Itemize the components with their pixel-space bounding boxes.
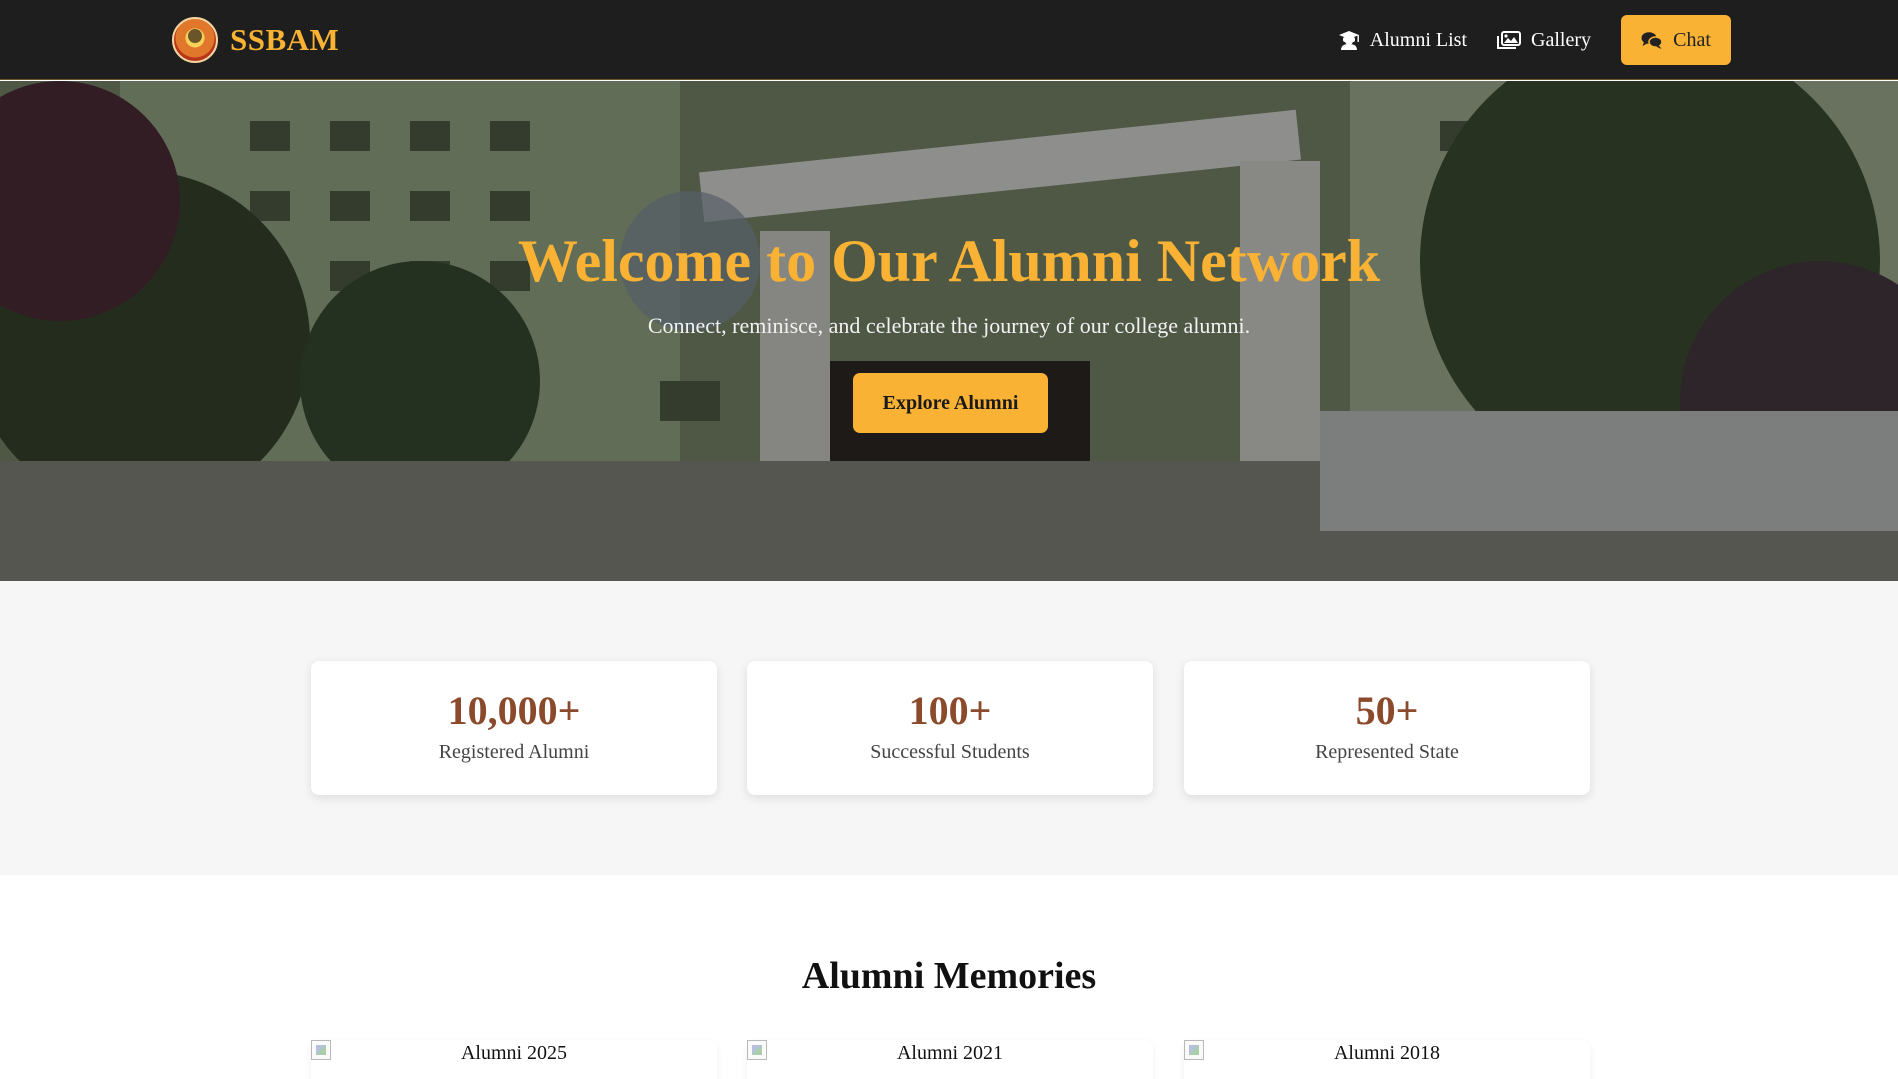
nav-alumni-list-label: Alumni List (1369, 28, 1468, 51)
stat-value: 100+ (908, 688, 992, 733)
stats-section: 10,000+ Registered Alumni 100+ Successfu… (0, 581, 1898, 875)
hero-title: Welcome to Our Alumni Network (517, 228, 1381, 294)
hero-banner: Welcome to Our Alumni Network Connect, r… (0, 81, 1898, 581)
nav-gallery-label: Gallery (1531, 28, 1591, 51)
memory-caption: Alumni 2025 (460, 1042, 568, 1064)
stat-label: Represented State (1315, 741, 1459, 763)
stat-card-registered-alumni: 10,000+ Registered Alumni (311, 661, 717, 795)
nav-links: Alumni List Gallery Chat (1338, 15, 1731, 65)
nav-alumni-list-link[interactable]: Alumni List (1338, 29, 1467, 52)
alumni-memories-section: Alumni Memories Alumni 2025 Alumni 2021 … (0, 875, 1898, 1079)
stat-value: 10,000+ (447, 688, 581, 733)
chat-button-label: Chat (1673, 28, 1711, 51)
brand-name: SSBAM (230, 22, 340, 57)
memory-card-2025[interactable]: Alumni 2025 (311, 1040, 717, 1079)
brand-home-link[interactable]: SSBAM (172, 16, 339, 64)
chat-bubbles-icon (1641, 32, 1663, 49)
graduate-icon (1338, 31, 1359, 50)
stat-card-represented-state: 50+ Represented State (1184, 661, 1590, 795)
memory-card-2021[interactable]: Alumni 2021 (747, 1040, 1153, 1079)
hero-content: Welcome to Our Alumni Network Connect, r… (0, 81, 1898, 581)
memory-card-2018[interactable]: Alumni 2018 (1184, 1040, 1590, 1079)
stat-label: Successful Students (870, 741, 1030, 763)
chat-button[interactable]: Chat (1621, 15, 1731, 65)
memory-caption: Alumni 2018 (1333, 1042, 1441, 1064)
stat-label: Registered Alumni (438, 741, 590, 763)
images-icon (1497, 31, 1522, 49)
top-navbar: SSBAM Alumni List Gallery Chat (0, 0, 1898, 80)
nav-gallery-link[interactable]: Gallery (1497, 29, 1591, 52)
explore-alumni-button[interactable]: Explore Alumni (853, 373, 1048, 433)
stat-card-successful-students: 100+ Successful Students (747, 661, 1153, 795)
memories-heading: Alumni Memories (801, 955, 1097, 997)
college-logo (172, 17, 218, 63)
memory-caption: Alumni 2021 (896, 1042, 1004, 1064)
stat-value: 50+ (1355, 688, 1419, 733)
hero-subtitle: Connect, reminisce, and celebrate the jo… (647, 313, 1251, 338)
